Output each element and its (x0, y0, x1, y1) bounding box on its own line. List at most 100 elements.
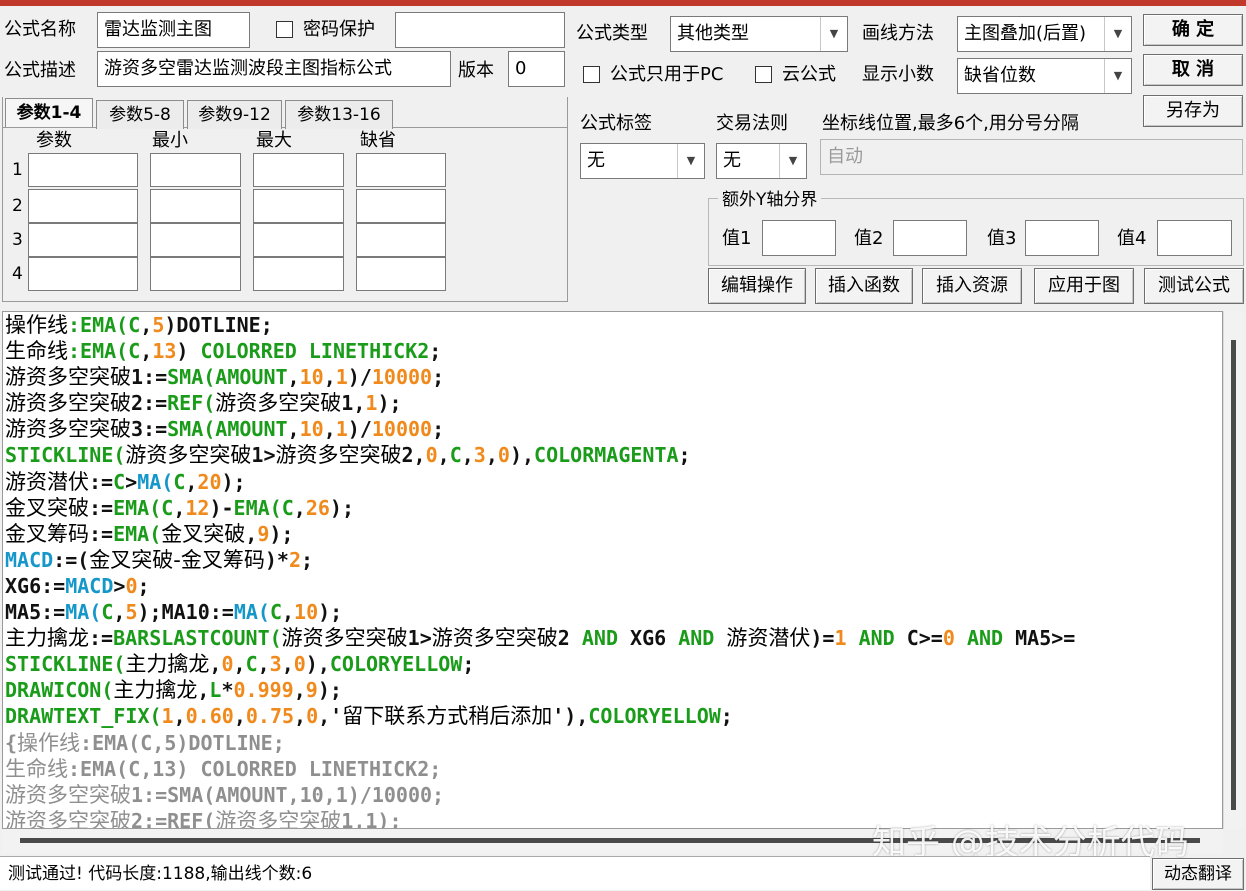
formula-name-input[interactable]: 雷达监测主图 (97, 12, 250, 48)
insert-resource-button[interactable]: 插入资源 (922, 268, 1022, 304)
formula-type-label: 公式类型 (576, 23, 648, 44)
code-line: DRAWTEXT_FIX(1,0.60,0.75,0,'留下联系方式稍后添加')… (5, 704, 733, 729)
decimal-value: 缺省位数 (964, 65, 1036, 86)
trade-rule-select[interactable]: 无 ▼ (716, 143, 807, 179)
y-value-1-input[interactable] (762, 220, 836, 256)
chevron-down-icon[interactable]: ▼ (1104, 59, 1131, 93)
save-as-button[interactable]: 另存为 (1143, 95, 1243, 127)
code-line: 游资多空突破1:=SMA(AMOUNT,10,1)/10000; (5, 782, 445, 807)
row-num-2: 2 (12, 196, 23, 216)
formula-desc-input[interactable]: 游资多空雷达监测波段主图指标公式 (97, 51, 451, 87)
col-max-header: 最大 (256, 130, 292, 151)
tab-params-9-12[interactable]: 参数9-12 (187, 100, 282, 129)
row-num-4: 4 (12, 264, 23, 284)
col-default-header: 缺省 (360, 130, 396, 151)
cloud-checkbox[interactable] (755, 66, 772, 83)
decimal-select[interactable]: 缺省位数 ▼ (957, 58, 1132, 94)
window-top-border (0, 0, 1246, 6)
version-label: 版本 (458, 60, 494, 81)
code-line: 金叉突破:=EMA(C,12)-EMA(C,26); (5, 495, 354, 520)
code-line: 游资多空突破2:=REF(游资多空突破1,1); (5, 391, 402, 416)
param-min-input[interactable] (150, 189, 241, 223)
param-default-input[interactable] (356, 189, 446, 223)
y-value-2-input[interactable] (893, 220, 967, 256)
formula-type-select[interactable]: 其他类型 ▼ (670, 16, 848, 52)
param-max-input[interactable] (253, 189, 344, 223)
status-bar: 测试通过! 代码长度:1188,输出线个数:6 (0, 856, 1150, 890)
code-line: 主力擒龙:=BARSLASTCOUNT(游资多空突破1>游资多空突破2 AND … (5, 626, 1076, 651)
row-num-1: 1 (12, 160, 23, 180)
param-max-input[interactable] (253, 153, 344, 187)
code-line: DRAWICON(主力擒龙,L*0.999,9); (5, 678, 342, 703)
code-line: MA5:=MA(C,5);MA10:=MA(C,10); (5, 600, 343, 625)
col-min-header: 最小 (152, 130, 188, 151)
code-line: STICKLINE(游资多空突破1>游资多空突破2,0,C,3,0),COLOR… (5, 443, 691, 468)
password-label: 密码保护 (303, 19, 375, 40)
formula-tag-value: 无 (587, 150, 605, 171)
row-num-3: 3 (12, 230, 23, 250)
dynamic-translate-button[interactable]: 动态翻译 (1152, 858, 1244, 890)
tab-params-13-16[interactable]: 参数13-16 (285, 100, 393, 129)
version-input[interactable]: 0 (508, 51, 565, 87)
y-value-4-input[interactable] (1157, 220, 1232, 256)
code-line: 游资多空突破3:=SMA(AMOUNT,10,1)/10000; (5, 417, 445, 442)
y-value-4-label: 值4 (1117, 228, 1147, 249)
param-name-input[interactable] (28, 189, 138, 223)
code-lines: 操作线:EMA(C,5)DOTLINE; 生命线:EMA(C,13) COLORR… (5, 312, 1076, 828)
draw-method-select[interactable]: 主图叠加(后置) ▼ (957, 16, 1132, 52)
trade-rule-value: 无 (723, 150, 741, 171)
code-line: STICKLINE(主力擒龙,0,C,3,0),COLORYELLOW; (5, 652, 475, 677)
code-line: {操作线:EMA(C,5)DOTLINE; (5, 730, 285, 755)
trade-rule-label: 交易法则 (716, 113, 788, 134)
code-line: 操作线:EMA(C,5)DOTLINE; (5, 313, 273, 337)
insert-function-button[interactable]: 插入函数 (815, 268, 913, 304)
formula-tag-label: 公式标签 (580, 113, 652, 134)
formula-name-label: 公式名称 (4, 19, 76, 40)
tab-params-5-8[interactable]: 参数5-8 (96, 100, 184, 129)
code-line: 生命线:EMA(C,13) COLORRED LINETHICK2; (5, 339, 442, 364)
formula-type-value: 其他类型 (677, 23, 749, 44)
col-param-header: 参数 (36, 130, 72, 151)
test-formula-button[interactable]: 测试公式 (1144, 268, 1244, 304)
param-default-input[interactable] (356, 257, 446, 291)
param-min-input[interactable] (150, 153, 241, 187)
pc-only-label: 公式只用于PC (610, 64, 724, 85)
pc-only-checkbox[interactable] (583, 66, 600, 83)
param-min-input[interactable] (150, 257, 241, 291)
param-default-input[interactable] (356, 153, 446, 187)
param-name-input[interactable] (28, 153, 138, 187)
y-value-2-label: 值2 (854, 228, 884, 249)
ok-button[interactable]: 确 定 (1143, 14, 1243, 46)
param-max-input[interactable] (253, 257, 344, 291)
chevron-down-icon[interactable]: ▼ (1104, 17, 1131, 51)
code-editor[interactable]: 操作线:EMA(C,5)DOTLINE; 生命线:EMA(C,13) COLORR… (2, 311, 1223, 829)
coord-line-label: 坐标线位置,最多6个,用分号分隔 (822, 113, 1079, 134)
param-default-input[interactable] (356, 223, 446, 257)
param-max-input[interactable] (253, 223, 344, 257)
formula-tag-select[interactable]: 无 ▼ (580, 143, 705, 179)
code-line: MACD:=(金叉突破-金叉筹码)*2; (5, 547, 314, 572)
draw-method-label: 画线方法 (862, 23, 934, 44)
vertical-scroll-thumb[interactable] (1231, 340, 1236, 810)
code-line: 游资多空突破1:=SMA(AMOUNT,10,1)/10000; (5, 365, 445, 390)
cancel-button[interactable]: 取 消 (1143, 54, 1243, 86)
password-input[interactable] (395, 12, 565, 48)
code-line: 生命线:EMA(C,13) COLORRED LINETHICK2; (5, 756, 442, 781)
formula-desc-label: 公式描述 (4, 60, 76, 81)
y-value-3-label: 值3 (987, 228, 1017, 249)
decimal-label: 显示小数 (862, 64, 934, 85)
edit-ops-button[interactable]: 编辑操作 (708, 268, 806, 304)
chevron-down-icon[interactable]: ▼ (677, 144, 704, 178)
tab-params-1-4[interactable]: 参数1-4 (5, 98, 93, 127)
param-name-input[interactable] (28, 257, 138, 291)
chevron-down-icon[interactable]: ▼ (820, 17, 847, 51)
param-name-input[interactable] (28, 223, 138, 257)
apply-to-chart-button[interactable]: 应用于图 (1034, 268, 1134, 304)
coord-line-input[interactable]: 自动 (820, 139, 1243, 175)
code-line: 金叉筹码:=EMA(金叉突破,9); (5, 521, 294, 546)
extra-y-axis-legend: 额外Y轴分界 (718, 189, 822, 211)
password-checkbox[interactable] (276, 21, 293, 38)
param-min-input[interactable] (150, 223, 241, 257)
y-value-3-input[interactable] (1025, 220, 1099, 256)
chevron-down-icon[interactable]: ▼ (779, 144, 806, 178)
